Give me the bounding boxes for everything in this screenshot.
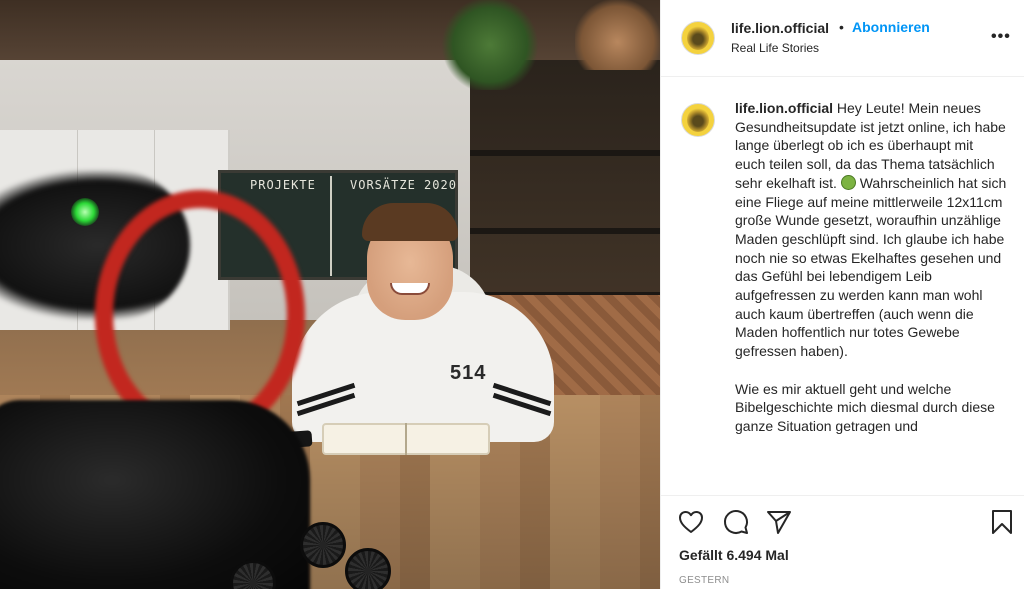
caption-avatar[interactable] (681, 103, 715, 137)
caption-paragraph: Wie es mir aktuell geht und welche Bibel… (735, 380, 995, 434)
chalkboard-divider (330, 176, 332, 276)
caption-text: Wahrscheinlich hat sich eine Fliege auf … (735, 174, 1007, 360)
caption-username[interactable]: life.lion.official (735, 100, 833, 116)
photo-lion-statue (575, 0, 660, 70)
photo-plant (440, 0, 540, 90)
header-separator: • (839, 19, 844, 35)
comments-area[interactable]: life.lion.official Hey Leute! Mein neues… (661, 77, 1024, 495)
camera-dial (345, 548, 391, 589)
person-smile (390, 283, 430, 295)
heart-icon[interactable] (677, 508, 705, 536)
camera-body (0, 400, 310, 589)
chalkboard-text-left: PROJEKTE (250, 178, 316, 192)
camera-dial (300, 522, 346, 568)
share-icon[interactable] (765, 508, 793, 536)
chalkboard-text-right: VORSÄTZE 2020 (350, 178, 457, 192)
lion-logo-icon (687, 108, 709, 132)
post-photo[interactable]: PROJEKTE VORSÄTZE 2020 514 (0, 0, 660, 589)
post-actions: Gefällt 6.494 Mal GESTERN (661, 495, 1024, 589)
hoodie-print: 514 (450, 362, 487, 384)
bookmark-icon[interactable] (988, 508, 1016, 536)
caption-paragraph: life.lion.official Hey Leute! Mein neues… (735, 99, 1007, 361)
post-header: life.lion.official • Abonnieren Real Lif… (661, 0, 1024, 77)
person-hair (362, 203, 458, 241)
post-sidebar: life.lion.official • Abonnieren Real Lif… (660, 0, 1024, 589)
bible-spine (405, 423, 407, 455)
caption: life.lion.official Hey Leute! Mein neues… (735, 99, 1007, 454)
shelf-board (470, 228, 660, 234)
header-username[interactable]: life.lion.official (731, 20, 829, 36)
header-location[interactable]: Real Life Stories (731, 41, 819, 55)
green-led (71, 198, 99, 226)
post-date[interactable]: GESTERN (679, 575, 729, 586)
more-options-icon[interactable]: ••• (991, 28, 1011, 46)
shelf-board (470, 150, 660, 156)
follow-button[interactable]: Abonnieren (852, 19, 930, 35)
nauseated-face-emoji-icon (840, 174, 856, 190)
lion-logo-icon (687, 26, 709, 50)
avatar[interactable] (681, 21, 715, 55)
comment-icon[interactable] (722, 508, 750, 536)
likes-count[interactable]: Gefällt 6.494 Mal (679, 547, 789, 563)
